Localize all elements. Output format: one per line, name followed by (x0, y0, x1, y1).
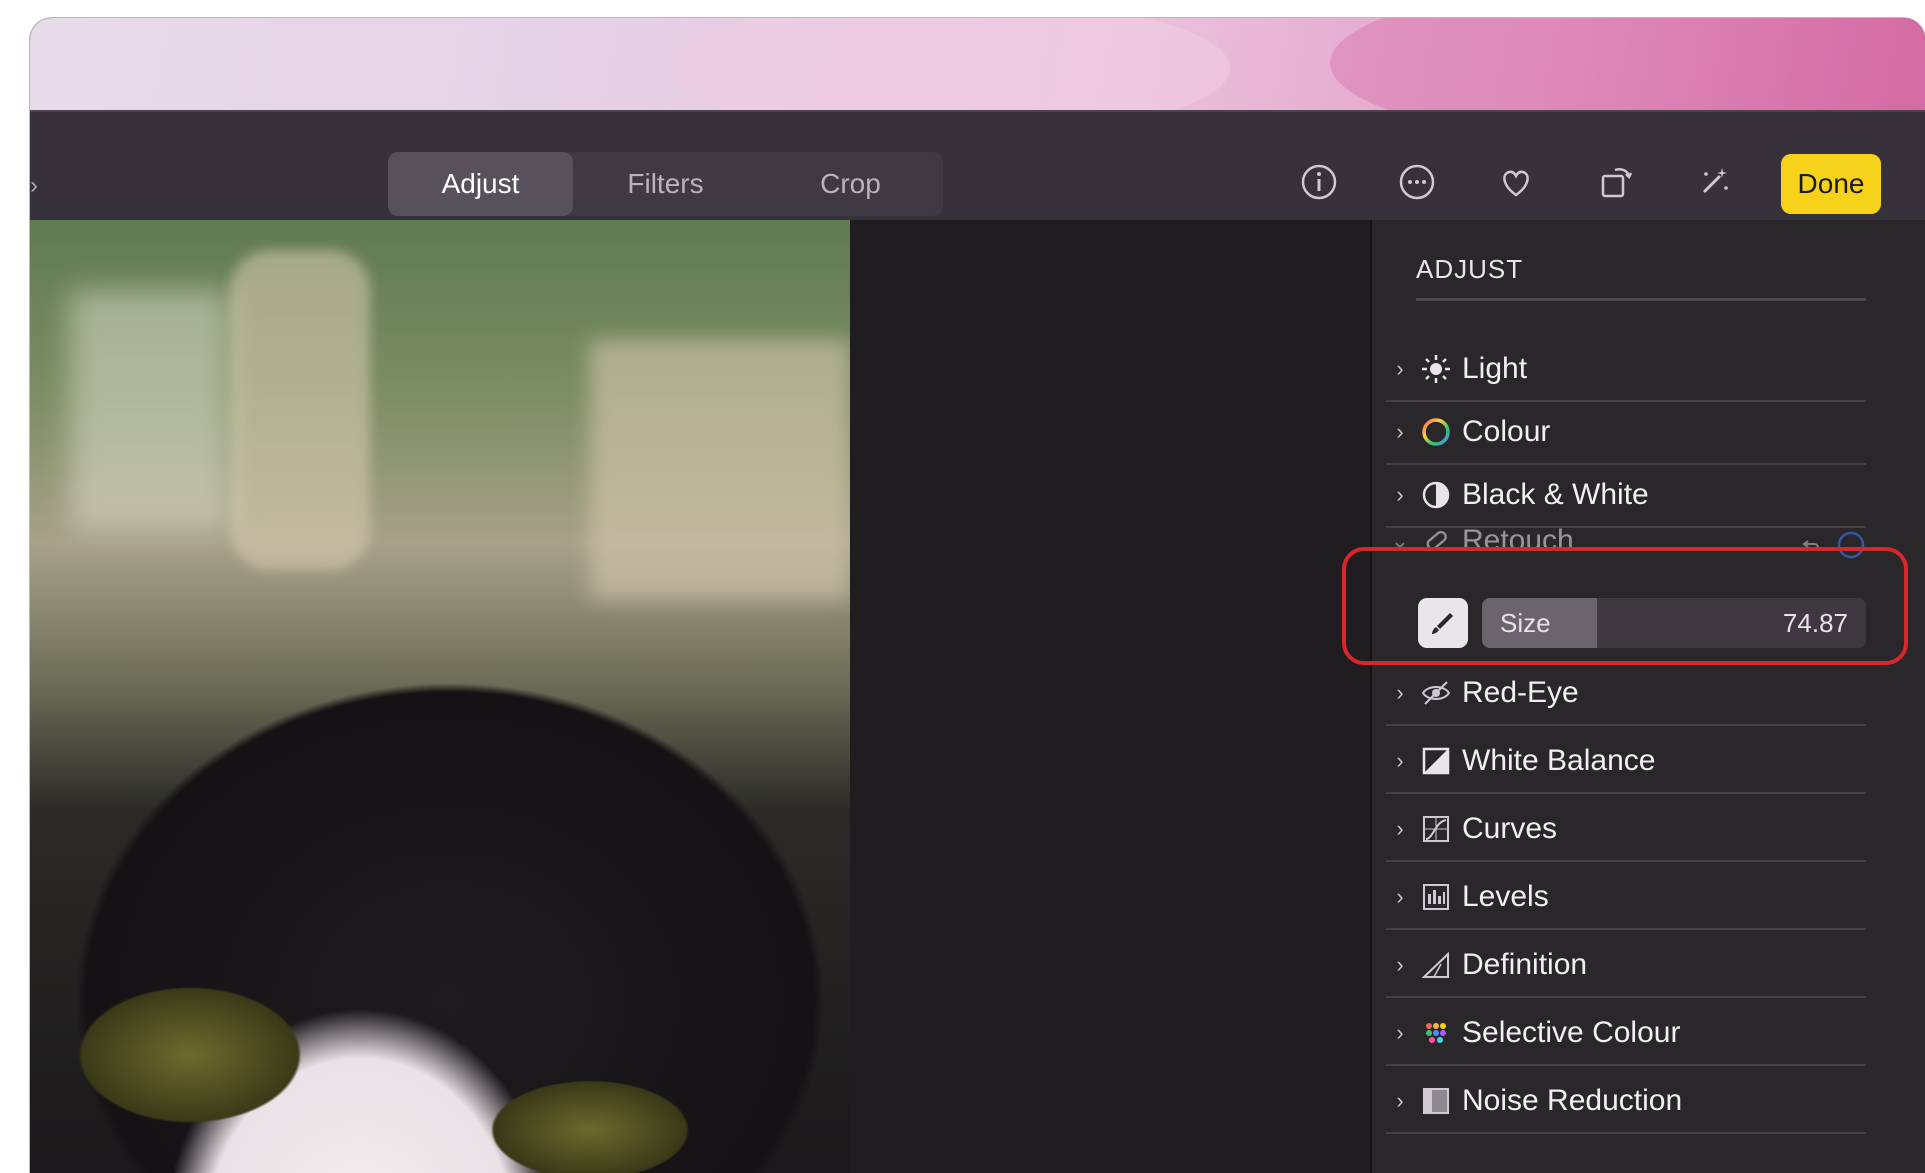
sidebar-item-label: Definition (1462, 948, 1588, 981)
sidebar-item-label: Selective Colour (1462, 1016, 1681, 1049)
sidebar-item-noise-reduction[interactable]: › Noise Reduction (1386, 1070, 1866, 1134)
chevron-right-icon: › (1396, 748, 1404, 773)
done-button[interactable]: Done (1781, 154, 1881, 214)
sidebar-item-label: White Balance (1462, 744, 1656, 777)
chevron-right-icon: › (1396, 356, 1404, 381)
white-balance-icon (1414, 741, 1458, 781)
adjust-sidebar: ADJUST › Light › Colour › Black & White (1370, 220, 1925, 1173)
tab-adjust[interactable]: Adjust (388, 152, 573, 216)
eye-icon (1414, 673, 1458, 713)
chevron-right-icon: › (1396, 816, 1404, 841)
chevron-right-icon: › (1396, 680, 1404, 705)
edit-toolbar: › Adjust Filters Crop Done (30, 110, 1925, 222)
sidebar-item-label: Red-Eye (1462, 676, 1579, 709)
sidebar-item-label: Light (1462, 352, 1528, 385)
noise-icon (1414, 1081, 1458, 1121)
sidebar-item-definition[interactable]: › Definition (1386, 934, 1866, 998)
sidebar-item-label: Levels (1462, 880, 1549, 913)
heart-icon[interactable] (1492, 158, 1540, 206)
sidebar-title: ADJUST (1416, 254, 1524, 284)
sidebar-item-selective-colour[interactable]: › Selective Colour (1386, 1002, 1866, 1066)
back-arrow-icon[interactable]: › (30, 172, 38, 200)
chevron-right-icon: › (1396, 952, 1404, 977)
retouch-highlight-annotation (1342, 547, 1908, 665)
triangle-icon (1414, 945, 1458, 985)
half-circle-icon (1414, 475, 1458, 515)
sidebar-item-label: Colour (1462, 415, 1551, 448)
sidebar-item-label: Noise Reduction (1462, 1084, 1683, 1117)
rotate-icon[interactable] (1593, 158, 1641, 206)
photo-canvas[interactable] (30, 220, 850, 1173)
more-icon[interactable] (1393, 158, 1441, 206)
sidebar-item-light[interactable]: › Light (1386, 338, 1866, 402)
sidebar-item-colour[interactable]: › Colour (1386, 401, 1866, 465)
chevron-right-icon: › (1396, 482, 1404, 507)
divider (1416, 298, 1866, 301)
sun-icon (1414, 349, 1458, 389)
info-icon[interactable] (1295, 158, 1343, 206)
canvas-background (850, 220, 1370, 1173)
sidebar-item-red-eye[interactable]: › Red-Eye (1386, 662, 1866, 726)
chevron-right-icon: › (1396, 419, 1404, 444)
chevron-right-icon: › (1396, 1020, 1404, 1045)
levels-icon (1414, 877, 1458, 917)
desktop-wallpaper (30, 18, 1925, 148)
curves-icon (1414, 809, 1458, 849)
sidebar-item-curves[interactable]: › Curves (1386, 798, 1866, 862)
sidebar-item-levels[interactable]: › Levels (1386, 866, 1866, 930)
magic-wand-icon[interactable] (1690, 158, 1738, 206)
sidebar-item-label: Curves (1462, 812, 1558, 845)
dots-icon (1414, 1013, 1458, 1053)
sidebar-item-white-balance[interactable]: › White Balance (1386, 730, 1866, 794)
sidebar-item-label: Black & White (1462, 478, 1649, 511)
edit-mode-segmented-control: Adjust Filters Crop (388, 152, 943, 216)
tab-crop[interactable]: Crop (758, 152, 943, 216)
chevron-right-icon: › (1396, 884, 1404, 909)
colour-wheel-icon (1414, 412, 1458, 452)
chevron-right-icon: › (1396, 1088, 1404, 1113)
tab-filters[interactable]: Filters (573, 152, 758, 216)
